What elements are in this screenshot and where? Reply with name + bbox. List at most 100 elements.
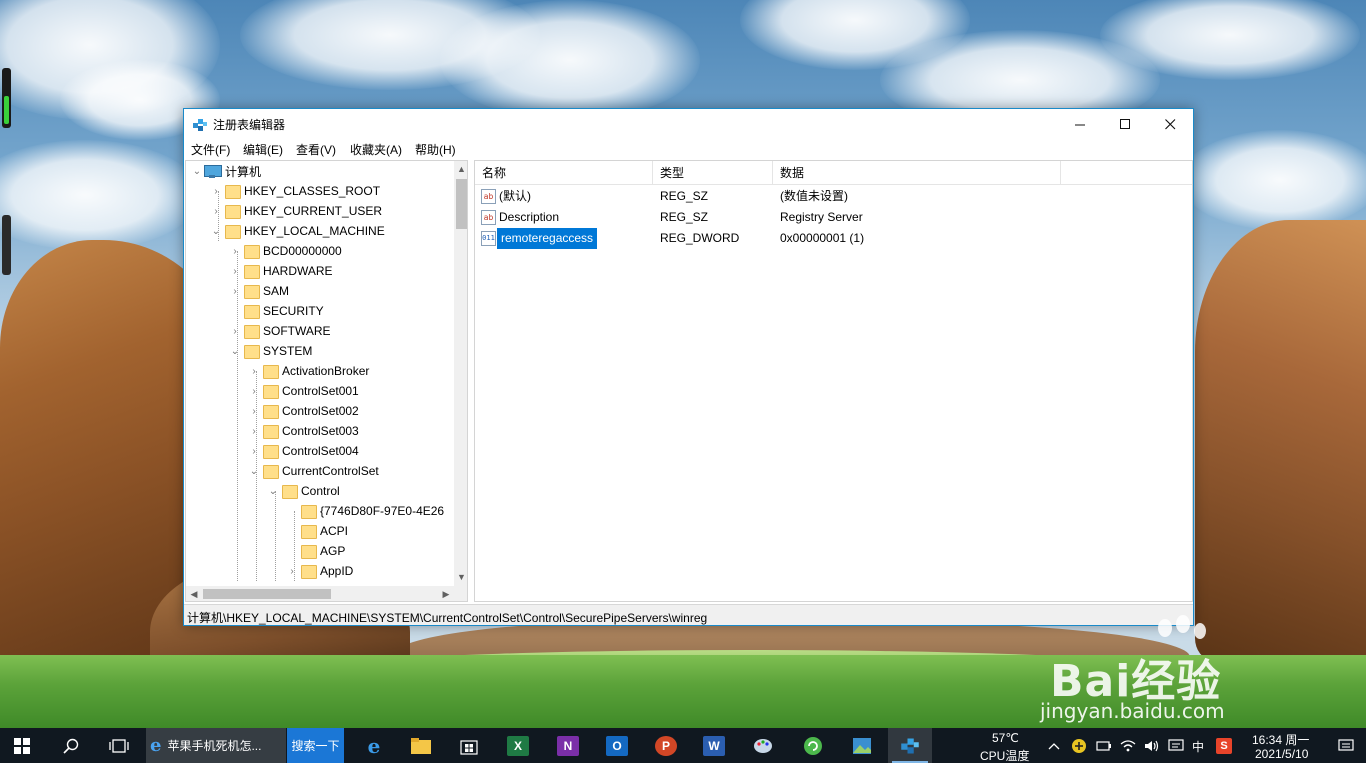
tray-app[interactable] [1067,728,1091,763]
taskbar-powerpoint[interactable]: P [644,728,688,763]
tree-node-computer[interactable]: ⌄ 计算机 [190,161,261,181]
menu-view[interactable]: 查看(V) [296,141,336,158]
minimize-button[interactable] [1057,109,1103,139]
column-header-type[interactable]: 类型 [653,161,773,185]
tree-node-hardware[interactable]: › HARDWARE [228,261,333,281]
scroll-down-icon[interactable]: ▼ [454,569,467,585]
column-header-data[interactable]: 数据 [773,161,1061,185]
tree-vertical-scrollbar[interactable]: ▲ ▼ [454,161,467,586]
tree-node-activationbroker[interactable]: › ActivationBroker [247,361,369,381]
chevron-down-icon[interactable]: ⌄ [266,481,280,501]
chevron-right-icon[interactable] [285,501,299,521]
maximize-button[interactable] [1102,109,1148,139]
start-button[interactable] [0,728,44,763]
chevron-right-icon[interactable]: › [209,181,223,201]
chevron-right-icon[interactable] [285,541,299,561]
tree-node-hkcr[interactable]: › HKEY_CLASSES_ROOT [209,181,380,201]
notification-center-button[interactable] [1326,728,1366,763]
search-button[interactable] [49,728,93,763]
tree-node-hklm[interactable]: ⌄ HKEY_LOCAL_MACHINE [209,221,385,241]
taskbar-outlook[interactable]: O [595,728,639,763]
tree-node-controlset002[interactable]: › ControlSet002 [247,401,359,421]
tray-network[interactable] [1116,728,1140,763]
tree-node-software[interactable]: › SOFTWARE [228,321,331,341]
close-icon [1164,118,1175,129]
chevron-down-icon[interactable]: ⌄ [190,161,204,181]
scroll-thumb[interactable] [456,179,467,229]
chevron-right-icon[interactable]: › [285,561,299,581]
ime-indicator[interactable]: 中 [1192,738,1204,755]
chevron-down-icon[interactable]: ⌄ [209,221,223,241]
tree-node-controlset001[interactable]: › ControlSet001 [247,381,359,401]
task-view-button[interactable] [97,728,141,763]
menu-help[interactable]: 帮助(H) [415,141,456,158]
value-row-selected[interactable]: 011 remoteregaccess REG_DWORD 0x00000001… [475,228,1192,249]
chevron-right-icon[interactable]: › [228,241,242,261]
tray-message[interactable] [1164,728,1188,763]
value-row[interactable]: ab (默认) REG_SZ (数值未设置) [475,186,1192,207]
taskbar-regedit[interactable] [888,728,932,763]
desktop-gadget[interactable] [2,215,11,275]
tree-node-guid[interactable]: {7746D80F-97E0-4E26 [285,501,444,521]
menu-file[interactable]: 文件(F) [191,141,230,158]
value-row[interactable]: ab Description REG_SZ Registry Server [475,207,1192,228]
menu-favorites[interactable]: 收藏夹(A) [350,141,402,158]
tree-node-controlset004[interactable]: › ControlSet004 [247,441,359,461]
tree-node-agp[interactable]: AGP [285,541,345,561]
tree-node-appid[interactable]: › AppID [285,561,353,581]
tree-node-security[interactable]: SECURITY [228,301,324,321]
tree-node-system[interactable]: ⌄ SYSTEM [228,341,312,361]
menu-edit[interactable]: 编辑(E) [243,141,283,158]
scroll-up-icon[interactable]: ▲ [454,161,467,177]
value-list[interactable]: 名称 类型 数据 ab (默认) REG_SZ (数值未设置) ab Descr… [474,160,1193,602]
chevron-right-icon[interactable]: › [247,421,261,441]
scroll-left-icon[interactable]: ◀ [186,586,202,601]
tray-battery[interactable] [1092,728,1116,763]
taskbar-refresh-app[interactable] [791,728,835,763]
chevron-down-icon[interactable]: ⌄ [228,341,242,361]
taskbar-paint[interactable] [741,728,785,763]
clock-time[interactable]: 16:34 周一 [1252,731,1309,748]
taskbar-file-explorer[interactable] [399,728,443,763]
scroll-thumb[interactable] [203,589,331,599]
chevron-right-icon[interactable]: › [228,321,242,341]
folder-icon [263,445,279,459]
chevron-right-icon[interactable]: › [247,361,261,381]
tray-sogou[interactable]: S [1212,728,1236,763]
title-bar[interactable]: 注册表编辑器 [184,109,1193,139]
chevron-right-icon[interactable] [285,521,299,541]
chevron-right-icon[interactable]: › [228,261,242,281]
chevron-right-icon[interactable]: › [247,441,261,461]
tree-node-currentcontrolset[interactable]: ⌄ CurrentControlSet [247,461,379,481]
tree-node-bcd[interactable]: › BCD00000000 [228,241,342,261]
taskbar-ie-window[interactable]: e 苹果手机死机怎... [146,728,286,763]
tree-node-hkcu[interactable]: › HKEY_CURRENT_USER [209,201,382,221]
taskbar-excel[interactable]: X [496,728,540,763]
taskbar-word[interactable]: W [692,728,736,763]
chevron-right-icon[interactable]: › [228,281,242,301]
taskbar-onenote[interactable]: N [546,728,590,763]
desktop-gadget[interactable] [2,68,11,128]
chevron-right-icon[interactable] [228,301,242,321]
taskbar-photos[interactable] [840,728,884,763]
value-name-rename-field[interactable]: remoteregaccess [497,228,598,249]
tree-node-controlset003[interactable]: › ControlSet003 [247,421,359,441]
key-tree[interactable]: ⌄ 计算机 › HKEY_CLASSES_ROOT › HKEY_CURRENT… [185,160,468,602]
taskbar-store[interactable] [447,728,491,763]
scroll-right-icon[interactable]: ▶ [438,586,454,601]
close-button[interactable] [1147,109,1193,139]
chevron-right-icon[interactable]: › [247,401,261,421]
chevron-down-icon[interactable]: ⌄ [247,461,261,481]
search-once-button[interactable]: 搜索一下 [287,728,344,763]
clock-date[interactable]: 2021/5/10 [1255,747,1308,761]
column-header-name[interactable]: 名称 [475,161,653,185]
tree-node-control[interactable]: ⌄ Control [266,481,340,501]
tree-node-sam[interactable]: › SAM [228,281,289,301]
cpu-temperature[interactable]: 57℃ [992,731,1019,745]
chevron-right-icon[interactable]: › [247,381,261,401]
tree-horizontal-scrollbar[interactable]: ◀ ▶ [186,586,454,601]
tree-node-acpi[interactable]: ACPI [285,521,348,541]
taskbar-edge[interactable]: e [352,728,396,763]
chevron-right-icon[interactable]: › [209,201,223,221]
tray-volume[interactable] [1140,728,1164,763]
